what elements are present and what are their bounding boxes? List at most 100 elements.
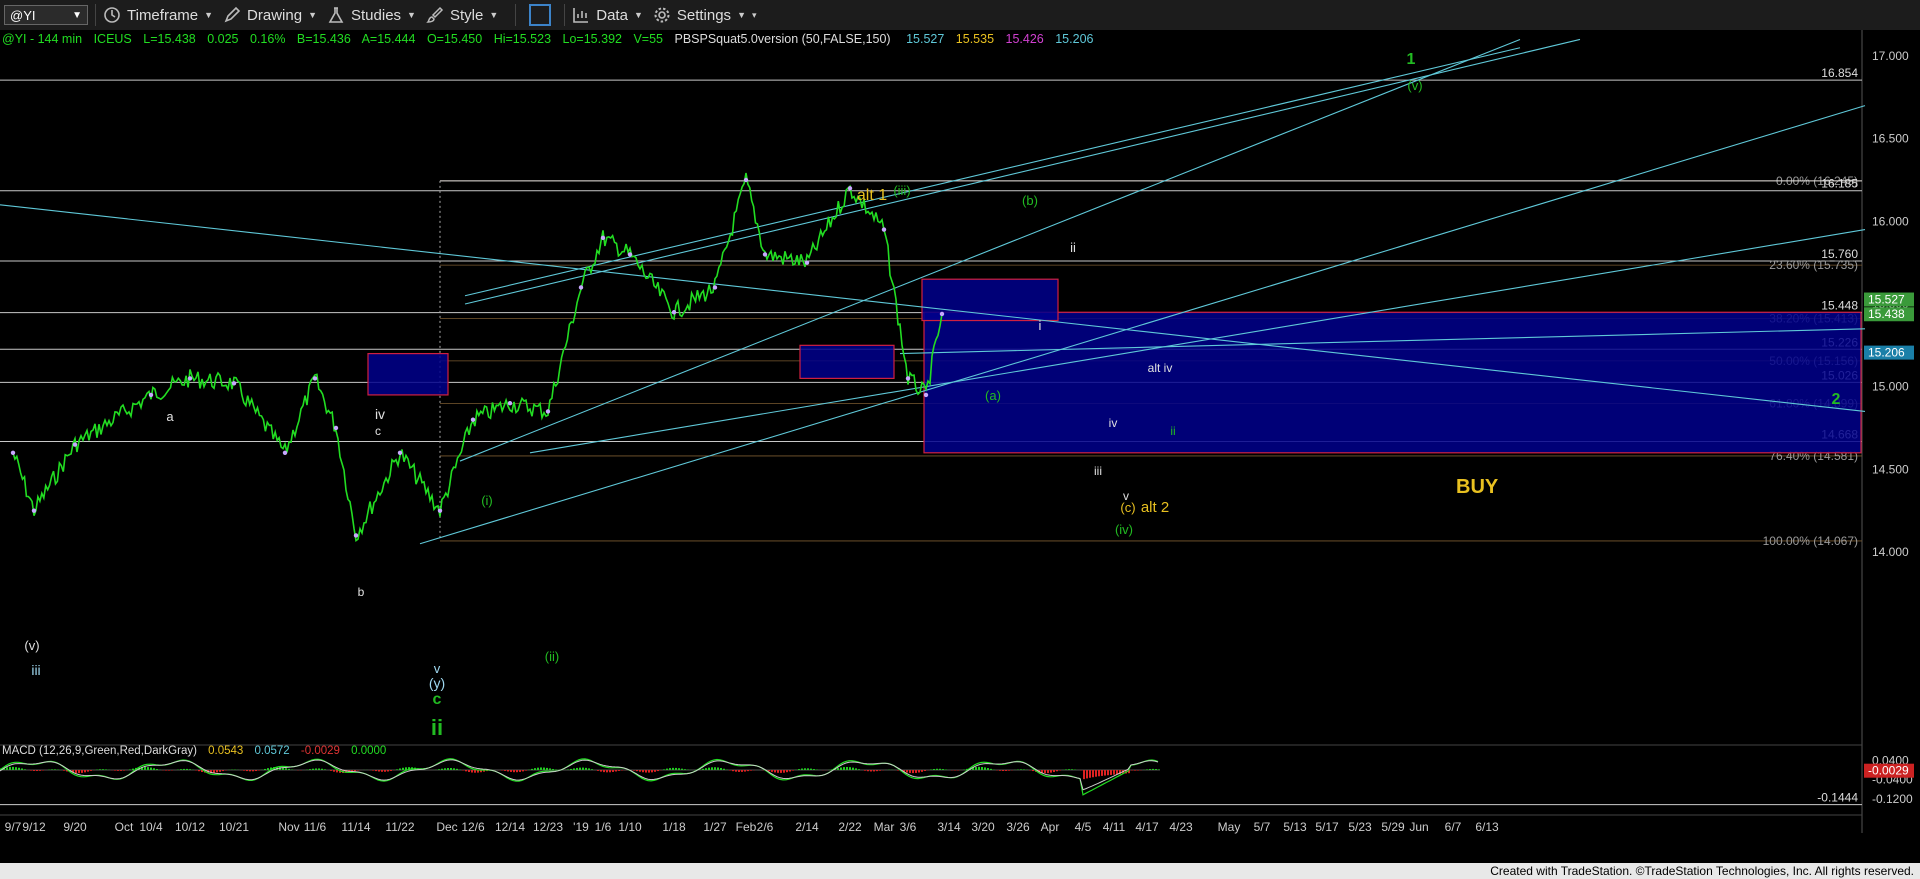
macd-hist-bar	[870, 770, 872, 772]
overflow-chevron-icon[interactable]: ▾	[752, 10, 757, 21]
macd-hist-bar	[579, 767, 581, 770]
wave-label: iii	[31, 662, 40, 678]
macd-hist-bar	[552, 768, 554, 770]
wave-label: iv	[375, 406, 385, 422]
macd-hist-bar	[918, 770, 920, 773]
time-tick-label: '19	[573, 820, 589, 834]
legend-exchange: ICEUS	[94, 32, 132, 46]
macd-hist-bar	[858, 769, 860, 770]
time-tick-label: 10/4	[139, 820, 163, 834]
macd-legend: MACD (12,26,9,Green,Red,DarkGray) 0.0543…	[2, 745, 386, 757]
macd-hist-bar	[63, 770, 65, 771]
timeframe-menu[interactable]: Timeframe ▼	[103, 6, 213, 24]
macd-hist-bar	[837, 768, 839, 770]
macd-hist-bar	[84, 770, 86, 773]
macd-hist-bar	[15, 767, 17, 770]
macd-hist-bar	[708, 767, 710, 770]
demand-box	[799, 344, 895, 379]
macd-hist-bar	[597, 770, 599, 771]
style-menu[interactable]: Style ▼	[426, 6, 498, 24]
macd-hist-bar	[849, 767, 851, 770]
macd-hist-bar	[852, 767, 854, 770]
price-chart[interactable]: @YI - 144 min ICEUS L=15.438 0.025 0.16%…	[0, 30, 1920, 863]
macd-hist-bar	[942, 769, 944, 770]
macd-hist-bar	[600, 770, 602, 772]
macd-hist-bar	[150, 767, 152, 770]
time-tick-label: 6/7	[1445, 820, 1462, 834]
time-tick-label: 4/23	[1169, 820, 1193, 834]
chevron-down-icon: ▼	[308, 10, 317, 20]
macd-hist-bar	[471, 770, 473, 773]
price-tick-label: 17.000	[1872, 49, 1909, 63]
macd-hist-bar	[609, 770, 611, 773]
macd-hist-bar	[381, 770, 383, 772]
macd-hist-bar	[603, 770, 605, 773]
time-tick-label: 12/23	[533, 820, 563, 834]
symbol-selector[interactable]: @YI ▼	[4, 5, 88, 25]
time-tick-label: 1/18	[662, 820, 686, 834]
legend-change: 0.025	[207, 32, 238, 46]
macd-hist-bar	[744, 770, 746, 772]
buy-zone	[923, 311, 1862, 454]
drawing-menu[interactable]: Drawing ▼	[223, 6, 317, 24]
macd-hist-bar	[1155, 769, 1157, 770]
macd-hist-bar	[774, 770, 776, 773]
macd-hist-bar	[1005, 770, 1007, 771]
macd-hist-bar	[354, 770, 356, 772]
macd-hist-bar	[867, 770, 869, 772]
chart-toolbar: @YI ▼ Timeframe ▼ Drawing ▼ Studies ▼ St…	[0, 0, 1920, 31]
wave-label: (iii)	[893, 183, 910, 198]
macd-hist-bar	[252, 770, 254, 772]
macd-hist-bar	[810, 768, 812, 770]
data-menu[interactable]: Data ▼	[572, 6, 643, 24]
macd-hist-bar	[678, 768, 680, 770]
macd-hist-bar	[522, 770, 524, 772]
macd-min-label: -0.1444	[1817, 791, 1858, 805]
time-tick-label: 5/13	[1283, 820, 1307, 834]
layout-grid-icon[interactable]	[529, 4, 552, 26]
macd-hist-bar	[105, 769, 107, 770]
clock-icon	[104, 7, 120, 23]
time-tick-label: 2/6	[757, 820, 774, 834]
macd-hist-bar	[258, 770, 260, 771]
macd-hist-bar	[984, 767, 986, 770]
pivot-marker	[437, 508, 443, 513]
macd-hist-bar	[897, 770, 899, 771]
macd-hist-bar	[321, 768, 323, 770]
macd-hist-bar	[612, 770, 614, 772]
macd-hist-bar	[309, 769, 311, 770]
pivot-marker	[762, 252, 768, 257]
time-tick-label: Mar	[874, 820, 895, 834]
pivot-marker	[470, 417, 476, 422]
pivot-marker	[804, 260, 810, 265]
macd-hist-bar	[1152, 768, 1154, 770]
time-tick-label: 1/27	[703, 820, 727, 834]
macd-hist-bar	[939, 768, 941, 770]
studies-menu[interactable]: Studies ▼	[327, 6, 416, 24]
macd-hist-bar	[1110, 770, 1112, 775]
macd-hist-bar	[453, 768, 455, 770]
legend-ask: A=15.444	[362, 32, 416, 46]
legend-symbol: @YI - 144 min	[2, 32, 82, 46]
macd-hist-bar	[804, 768, 806, 770]
macd-hist-bar	[780, 770, 782, 773]
time-tick-label: 11/14	[341, 820, 370, 834]
macd-hist-bar	[654, 770, 656, 772]
time-tick-label: 11/6	[304, 820, 327, 834]
brush-icon	[426, 6, 444, 23]
macd-hist-bar	[633, 770, 635, 771]
macd-hist-bar	[669, 768, 671, 770]
macd-hist-bar	[924, 770, 926, 771]
settings-menu[interactable]: Settings ▼ ▾	[653, 6, 757, 24]
macd-hist-bar	[807, 768, 809, 770]
price-tick-label: 16.500	[1872, 132, 1909, 146]
time-tick-label: 5/17	[1315, 820, 1339, 834]
macd-hist-bar	[717, 767, 719, 770]
macd-hist-bar	[186, 768, 188, 770]
macd-hist-bar	[723, 768, 725, 770]
macd-hist-bar	[915, 770, 917, 773]
macd-hist-bar	[51, 769, 53, 770]
price-tick-label: 15.000	[1872, 380, 1909, 394]
macd-hist-bar	[243, 770, 245, 771]
wave-label: (i)	[481, 493, 493, 508]
